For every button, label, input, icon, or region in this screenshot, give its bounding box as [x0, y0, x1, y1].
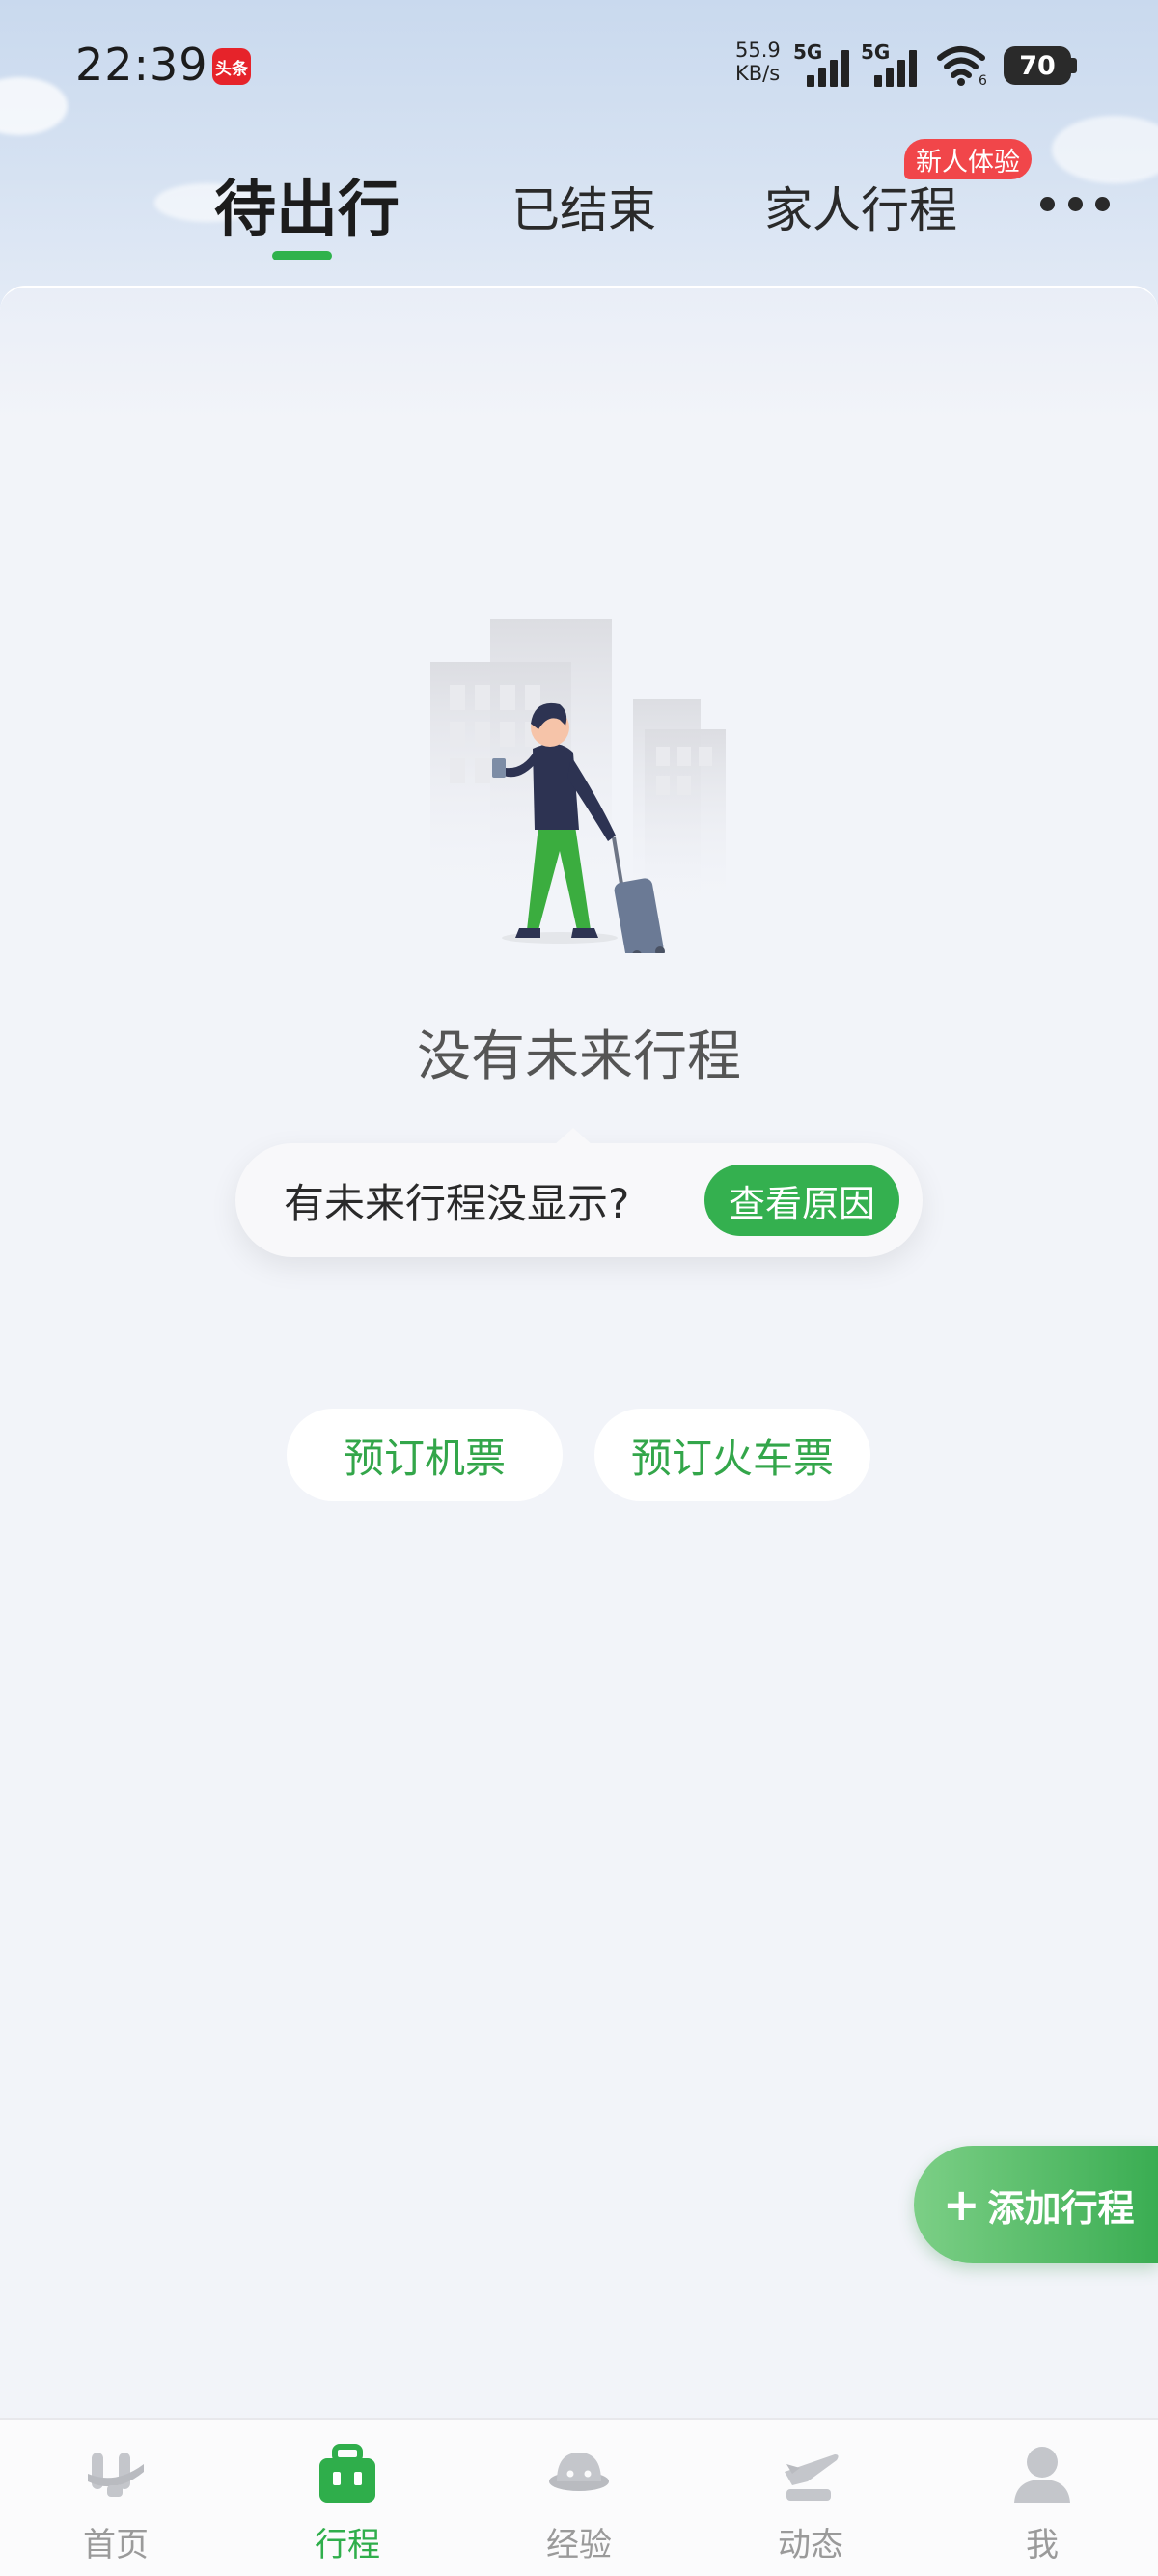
nav-profile[interactable]: 我	[926, 2420, 1158, 2576]
nav-profile-label: 我	[1026, 2526, 1059, 2564]
more-icon[interactable]	[1040, 191, 1110, 216]
active-tab-indicator	[272, 251, 332, 260]
nav-experience[interactable]: 经验	[463, 2420, 695, 2576]
network-type-label: 5G	[793, 41, 823, 64]
tab-family-trips[interactable]: 家人行程	[764, 172, 957, 241]
nav-experience-label: 经验	[546, 2526, 612, 2564]
toutiao-app-icon: 头条	[212, 48, 251, 85]
signal-strength-icon: 5G	[793, 41, 853, 87]
network-speed-value: 55.9	[735, 39, 781, 62]
flight-status-icon	[785, 2454, 839, 2501]
new-user-badge: 新人体验	[904, 139, 1032, 179]
network-type-label: 5G	[861, 41, 891, 64]
tab-finished[interactable]: 已结束	[511, 172, 656, 241]
bottom-navigation: 首页 行程 经验 动态 我	[0, 2418, 1158, 2576]
book-flight-button[interactable]: 预订机票	[287, 1409, 563, 1501]
signal-strength-icon: 5G	[861, 41, 921, 87]
network-speed: 55.9 KB/s	[735, 39, 781, 85]
battery-icon: 70	[1004, 46, 1077, 85]
nav-flight-status[interactable]: 动态	[695, 2420, 926, 2576]
book-train-button[interactable]: 预订火车票	[594, 1409, 870, 1501]
tab-upcoming[interactable]: 待出行	[214, 160, 400, 249]
view-reason-button[interactable]: 查看原因	[704, 1165, 899, 1236]
nav-flight-status-label: 动态	[778, 2526, 843, 2564]
network-speed-unit: KB/s	[735, 62, 781, 85]
nav-trips-label: 行程	[315, 2526, 380, 2564]
add-trip-button[interactable]: + 添加行程	[914, 2146, 1158, 2263]
home-icon	[88, 2453, 144, 2497]
plus-icon: +	[943, 2179, 980, 2231]
status-bar: 22:39 头条 55.9 KB/s 5G 5G 6 70	[0, 0, 1158, 125]
nav-home-label: 首页	[83, 2526, 149, 2564]
svg-text:6: 6	[979, 73, 987, 87]
wifi-icon: 6	[936, 42, 990, 89]
trip-suitcase-icon	[319, 2444, 375, 2503]
experience-icon	[549, 2453, 609, 2491]
profile-icon	[1014, 2447, 1070, 2503]
hint-text: 有未来行程没显示?	[284, 1179, 630, 1227]
nav-home[interactable]: 首页	[0, 2420, 232, 2576]
traveler-illustration	[415, 606, 743, 960]
missing-trips-hint: 有未来行程没显示? 查看原因	[235, 1128, 923, 1257]
empty-state-title: 没有未来行程	[417, 1026, 741, 1088]
nav-trips[interactable]: 行程	[232, 2420, 463, 2576]
add-trip-label: 添加行程	[987, 2186, 1135, 2230]
status-time: 22:39	[75, 39, 208, 91]
